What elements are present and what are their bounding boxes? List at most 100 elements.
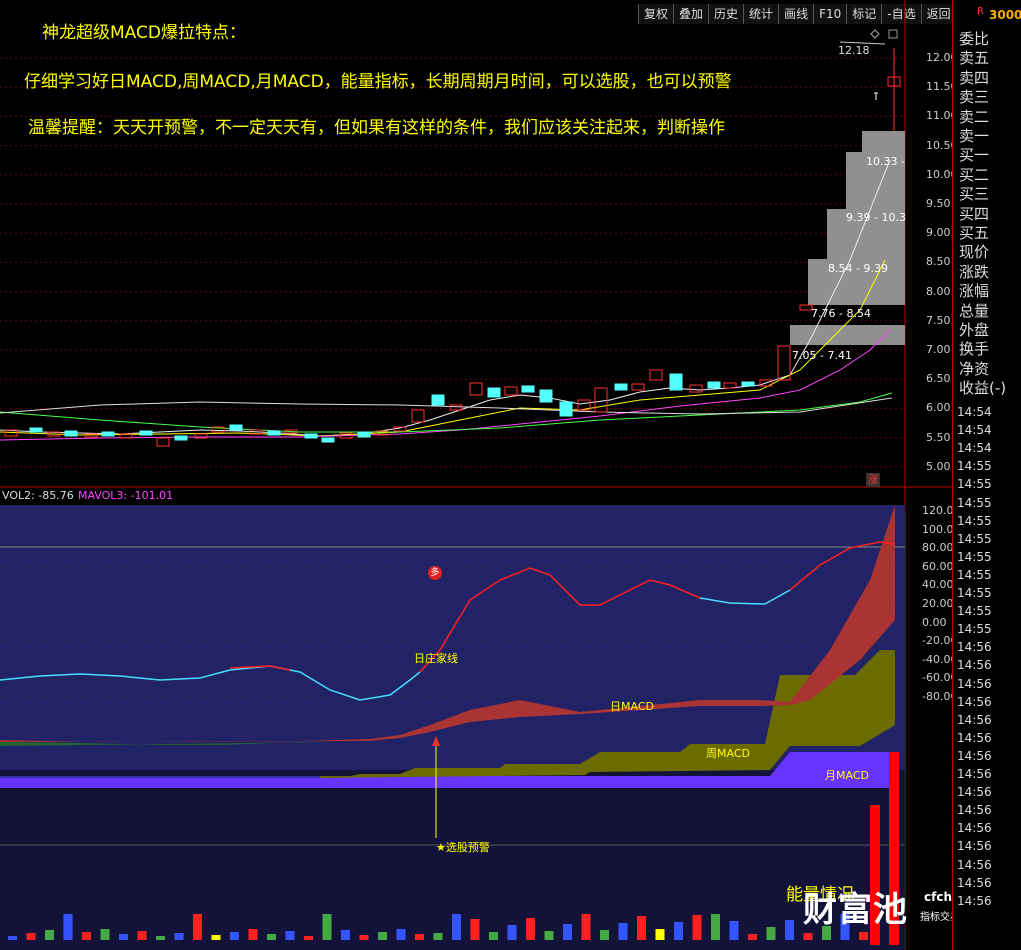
chart-canvas — [0, 0, 952, 950]
volume-bar — [803, 933, 813, 940]
volume-bar — [63, 914, 73, 940]
volume-bar — [729, 921, 739, 940]
candle — [229, 424, 243, 431]
indicator-tick: 120.0 — [922, 504, 954, 517]
band-label-2: 9.39 - 10.3 — [846, 211, 906, 224]
volume-bar — [618, 923, 628, 940]
vol-label: VOL2: -85.76 — [2, 489, 74, 502]
volume-bar — [378, 932, 387, 940]
candle — [64, 430, 78, 437]
tick-time: 14:56 — [957, 676, 992, 691]
quote-label: 买三 — [959, 185, 990, 204]
tick-time: 14:56 — [957, 767, 992, 781]
price-tick: 7.50 — [926, 313, 951, 327]
candle — [411, 409, 425, 423]
indicator-tick: 0.00 — [922, 615, 947, 629]
max-price-label: 12.18 — [838, 44, 870, 57]
tick-time: 14:55 — [957, 459, 992, 474]
tick-time: 14:55 — [957, 495, 992, 510]
price-tick: 9.50 — [926, 197, 951, 210]
candle — [614, 383, 628, 391]
volume-bar — [470, 919, 480, 940]
quote-label: 涨幅 — [959, 282, 990, 301]
volume-bar — [45, 930, 54, 940]
volume-bar — [156, 936, 165, 940]
candle — [559, 401, 573, 417]
volume-bar — [563, 924, 572, 940]
mavol-label: MAVOL3: -101.01 — [78, 489, 174, 502]
stock-alert-label: ★选股预警 — [436, 841, 490, 854]
price-tick: 8.50 — [926, 255, 951, 269]
volume-bar — [692, 915, 702, 940]
volume-bar — [674, 922, 683, 940]
annotation-title: 神龙超级MACD爆拉特点： — [42, 23, 246, 43]
volume-bar — [415, 934, 424, 940]
band-label-3: 8.54 - 9.39 — [828, 262, 888, 275]
candle — [304, 433, 318, 439]
volume-bar — [267, 934, 276, 940]
volume-bar — [544, 931, 554, 940]
volume-bar — [637, 916, 646, 940]
tick-time: 14:56 — [957, 821, 992, 836]
candle — [449, 404, 463, 411]
candle — [84, 433, 98, 438]
tick-time: 14:56 — [957, 640, 992, 655]
volume-bar — [507, 925, 517, 940]
candle — [267, 430, 281, 436]
quote-label: 卖四 — [959, 68, 990, 87]
tick-time: 14:55 — [957, 513, 992, 528]
indicator-tick: 80.00 — [922, 541, 954, 555]
day-zhuang-label: 日庄家线 — [414, 652, 458, 665]
candle — [689, 384, 703, 393]
band-label-5: 7.05 - 7.41 — [792, 349, 852, 362]
quote-label: 买五 — [959, 224, 990, 242]
long-signal-icon: 多 — [428, 566, 442, 580]
volume-bar — [359, 935, 369, 940]
candle — [504, 386, 518, 396]
tick-time: 14:56 — [957, 785, 992, 800]
month-macd-label: 月MACD — [825, 769, 869, 782]
tick-time: 14:54 — [957, 423, 992, 438]
volume-bar — [526, 918, 535, 940]
indicator-tick: 20.00 — [922, 597, 954, 610]
candle — [487, 387, 501, 398]
tick-time: 14:55 — [957, 604, 992, 619]
candle — [707, 381, 721, 389]
quote-label: 买二 — [959, 165, 990, 184]
tick-time: 14:56 — [957, 730, 992, 745]
tick-time: 14:55 — [957, 567, 992, 582]
quote-panel: R 3000 委比 卖五 卖四 卖三 卖二 卖一 买一 买二 买三 买四 买五 现价 涨跌 涨幅 总量 外盘换… — [952, 0, 1021, 950]
volume-bar — [211, 935, 221, 940]
volume-bar — [766, 927, 776, 940]
tick-time: 14:56 — [957, 748, 992, 763]
candle — [431, 394, 445, 406]
candle — [649, 369, 663, 381]
volume-bar — [655, 929, 665, 940]
volume-bar — [82, 932, 91, 940]
quote-label: 买一 — [959, 146, 990, 165]
price-tick: 5.50 — [926, 430, 951, 444]
tick-time: 14:54 — [957, 405, 992, 419]
candle — [631, 383, 645, 391]
volume-bar — [8, 936, 17, 940]
tick-time: 14:54 — [957, 441, 992, 456]
day-macd-label: 日MACD — [610, 700, 654, 713]
price-tick: 9.00 — [926, 226, 951, 240]
tick-time: 14:56 — [957, 658, 992, 673]
candle — [101, 431, 115, 437]
quote-label: 买四 — [959, 204, 990, 223]
volume-bar — [174, 933, 184, 940]
candle — [469, 382, 483, 396]
tick-time: 14:55 — [957, 586, 992, 600]
tick-time: 14:56 — [957, 839, 992, 854]
volume-bar — [193, 914, 202, 940]
volume-bar — [433, 933, 443, 940]
annotation-line1: 仔细学习好日MACD,周MACD,月MACD，能量指标，长期周期月时间，可以选股… — [24, 72, 732, 92]
week-macd-label: 周MACD — [706, 747, 750, 760]
annotation-line2: 温馨提醒：天天开预警，不一定天天有，但如果有这样的条件，我们应该关注起来，判断操… — [28, 118, 725, 138]
tick-time: 14:56 — [957, 893, 992, 908]
tick-time: 14:55 — [957, 531, 992, 546]
candle — [777, 345, 791, 381]
band-label-4: 7.76 - 8.54 — [811, 307, 871, 320]
indicator-tick: 60.00 — [922, 559, 954, 573]
